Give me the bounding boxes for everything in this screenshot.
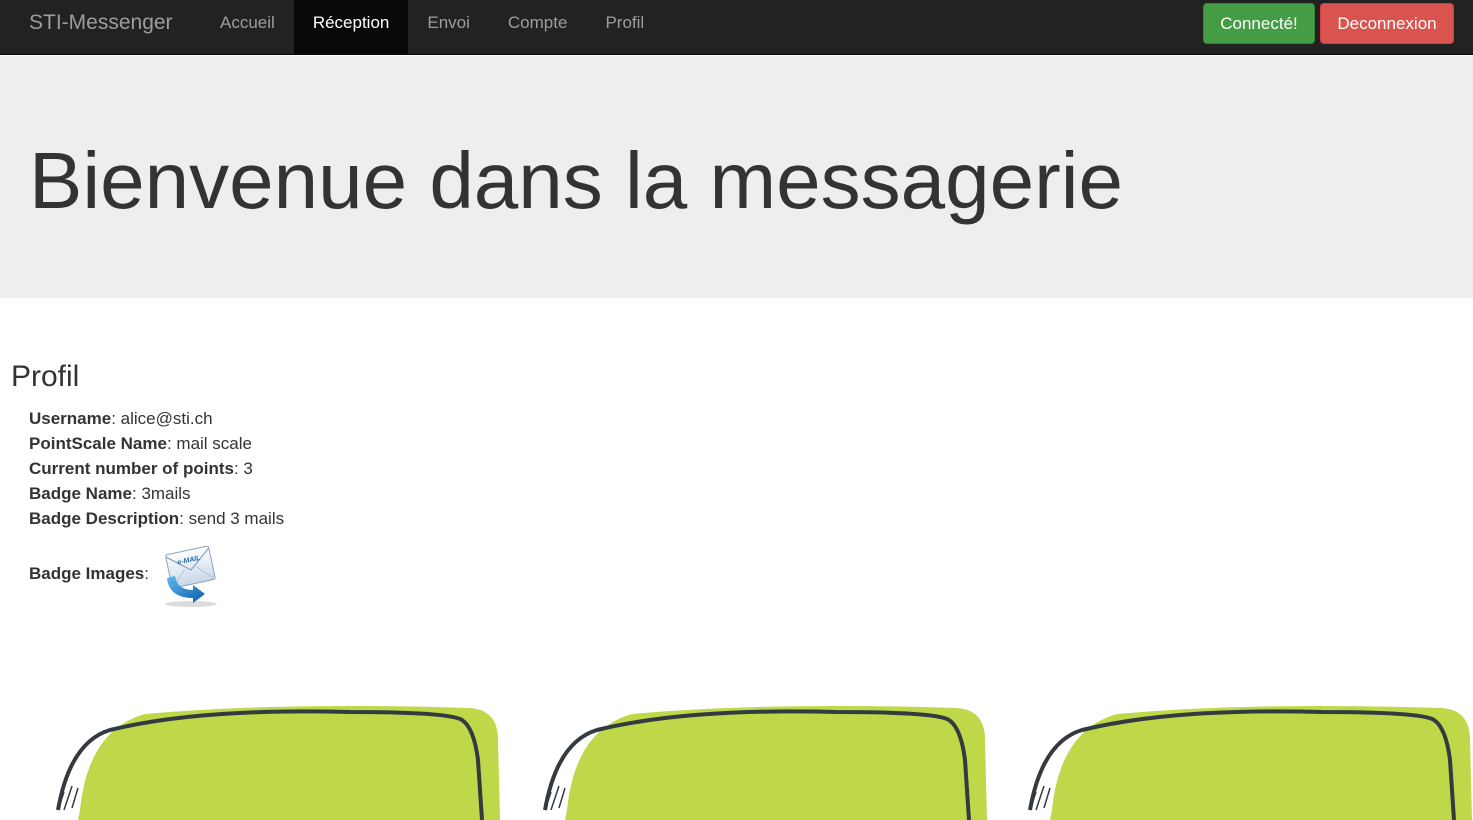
nav-item-envoi[interactable]: Envoi xyxy=(408,0,489,55)
field-label: Badge Name xyxy=(29,484,132,503)
page-title: Bienvenue dans la messagerie xyxy=(29,136,1124,225)
field-label: PointScale Name xyxy=(29,434,167,453)
nav-item-compte[interactable]: Compte xyxy=(489,0,587,55)
field-label: Current number of points xyxy=(29,459,234,478)
nav-item-accueil[interactable]: Accueil xyxy=(201,0,294,55)
profile-heading: Profil xyxy=(11,360,80,393)
welcome-banner: Bienvenue dans la messagerie xyxy=(0,56,1473,298)
connected-button[interactable]: Connecté! xyxy=(1203,3,1315,44)
profile-row-badge-images: Badge Images: e-MAIL xyxy=(29,540,221,608)
field-label: Badge Description xyxy=(29,509,180,528)
field-label: Username xyxy=(29,409,112,428)
email-envelope-icon: e-MAIL xyxy=(165,545,217,607)
speech-bubble-card xyxy=(1028,706,1472,820)
field-value: 3mails xyxy=(141,484,191,503)
field-value: 3 xyxy=(243,459,253,478)
profile-row-pointscale: PointScale Name: mail scale xyxy=(29,434,252,453)
field-label: Badge Images xyxy=(29,564,145,583)
profile-row-badge-name: Badge Name: 3mails xyxy=(29,484,191,503)
nav-item-reception[interactable]: Réception xyxy=(293,0,409,55)
field-value: alice@sti.ch xyxy=(120,409,213,428)
profile-row-username: Username: alice@sti.ch xyxy=(29,409,213,428)
profile-row-badge-description: Badge Description: send 3 mails xyxy=(29,509,285,528)
nav-menu: Accueil Réception Envoi Compte Profil xyxy=(201,0,663,55)
speech-bubble-card xyxy=(543,706,987,820)
speech-bubble-card xyxy=(56,706,500,820)
logout-button[interactable]: Deconnexion xyxy=(1320,3,1454,44)
brand-link[interactable]: STI-Messenger xyxy=(29,0,173,45)
profile-row-points: Current number of points: 3 xyxy=(29,459,253,478)
top-navbar: STI-Messenger Accueil Réception Envoi Co… xyxy=(0,0,1473,55)
field-value: send 3 mails xyxy=(188,509,285,528)
profile-fields: Username: alice@sti.ch PointScale Name: … xyxy=(29,406,284,531)
nav-item-profil[interactable]: Profil xyxy=(586,0,663,55)
field-value: mail scale xyxy=(176,434,252,453)
